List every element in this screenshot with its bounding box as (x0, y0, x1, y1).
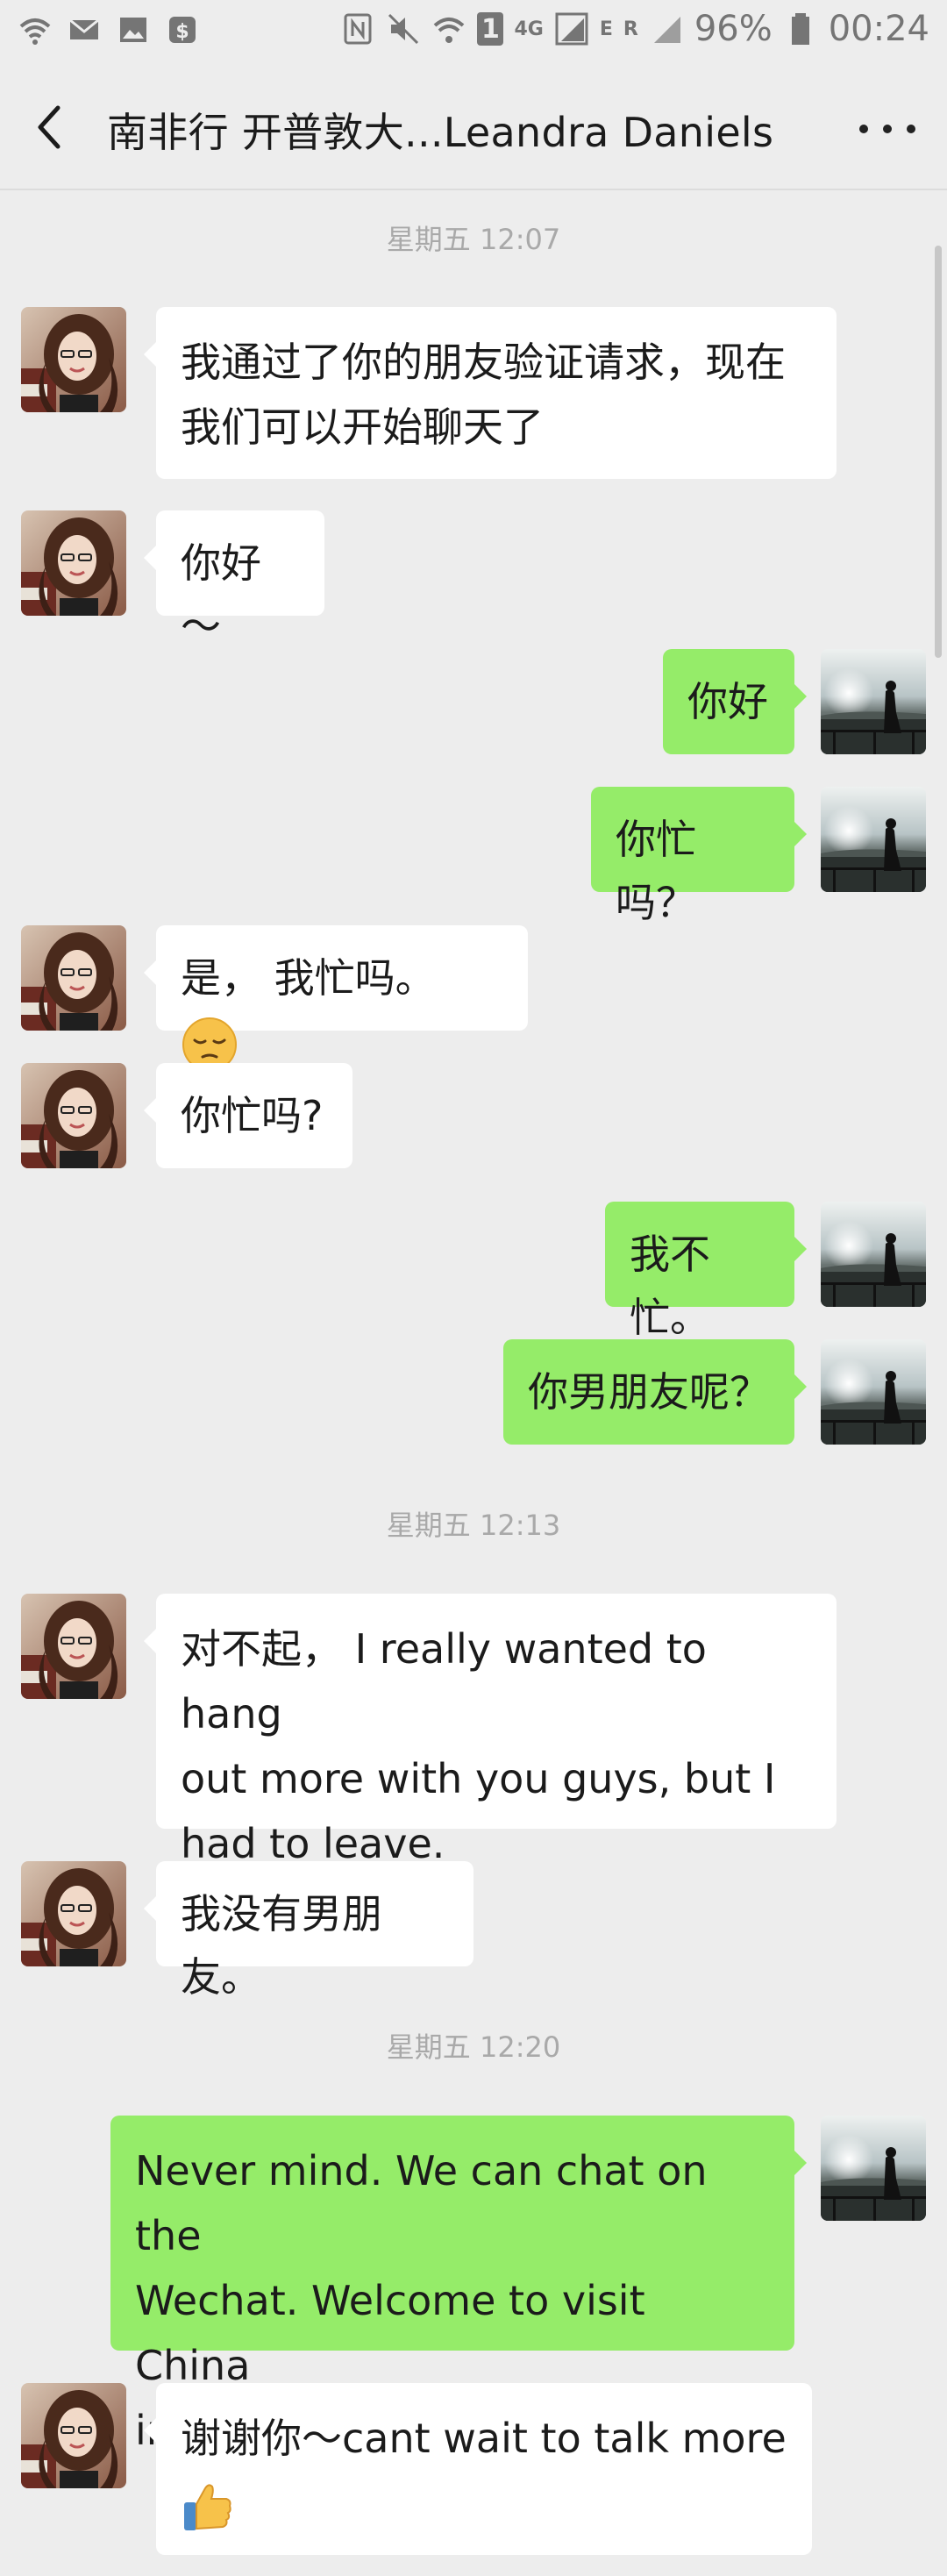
chat-title: 南非行 开普敦大...Leandra Daniels (107, 109, 774, 156)
message-bubble-outgoing[interactable]: 你好 (663, 649, 807, 754)
network-type: 4G (514, 18, 544, 40)
message-text: 谢谢你～cant wait to talk more (181, 2415, 787, 2462)
payment-icon: $ (165, 12, 200, 47)
wifi-question-icon (18, 12, 53, 47)
my-avatar[interactable] (821, 1202, 926, 1307)
my-avatar[interactable] (821, 1339, 926, 1445)
back-button[interactable] (25, 99, 77, 155)
my-avatar[interactable] (821, 787, 926, 892)
mute-icon (386, 11, 421, 46)
signal-icon-2 (649, 11, 684, 46)
message-bubble-outgoing[interactable]: 你忙吗？ (591, 787, 807, 926)
battery-percent: 96% (694, 9, 773, 49)
gallery-icon (116, 12, 151, 47)
timestamp: 星期五 12:13 (386, 1509, 561, 1542)
wifi-icon (431, 11, 466, 46)
status-bar-system: 1 4G E R 96% 00:24 (340, 9, 929, 49)
my-avatar[interactable] (821, 649, 926, 754)
contact-avatar[interactable] (21, 2383, 126, 2488)
contact-avatar[interactable] (21, 1063, 126, 1168)
status-bar: $ 1 4G E R 96% 00:24 (0, 0, 947, 66)
mail-icon (67, 12, 102, 47)
message-bubble-incoming[interactable]: 你忙吗? (144, 1063, 352, 1168)
message-bubble-incoming[interactable]: 谢谢你～cant wait to talk more (144, 2383, 812, 2555)
message-bubble-incoming[interactable]: 我通过了你的朋友验证请求，现在 我们可以开始聊天了 (144, 307, 837, 479)
more-dot (907, 125, 915, 133)
signal-icon (554, 11, 589, 46)
chat-header: 南非行 开普敦大...Leandra Daniels (0, 66, 947, 190)
contact-avatar[interactable] (21, 510, 126, 616)
chevron-left-icon (38, 105, 61, 149)
svg-text:$: $ (175, 21, 189, 43)
message-bubble-incoming[interactable]: 对不起， I really wanted to hang out more wi… (144, 1594, 837, 1867)
scrollbar[interactable] (935, 246, 942, 658)
message-bubble-incoming[interactable]: 是， 我忙吗。 (144, 925, 528, 1072)
more-options-button[interactable] (859, 118, 915, 139)
message-bubble-incoming[interactable]: 你好～ (144, 510, 324, 650)
signal-label-e: E (599, 18, 613, 40)
more-dot (883, 125, 892, 133)
contact-avatar[interactable] (21, 307, 126, 412)
message-bubble-outgoing[interactable]: 你男朋友呢？ (503, 1339, 807, 1445)
status-bar-notifications: $ (18, 12, 200, 47)
more-dot (859, 125, 868, 133)
signal-label-r: R (623, 18, 638, 40)
timestamp: 星期五 12:07 (386, 223, 561, 256)
contact-avatar[interactable] (21, 1594, 126, 1699)
sim-badge: 1 (477, 12, 504, 46)
thumbs-up-icon (184, 2483, 231, 2530)
timestamp: 星期五 12:20 (386, 2030, 561, 2064)
clock: 00:24 (828, 9, 929, 49)
battery-icon (783, 11, 818, 46)
nfc-icon (340, 11, 375, 46)
message-bubble-outgoing[interactable]: 我不忙。 (605, 1202, 807, 1341)
contact-avatar[interactable] (21, 1861, 126, 1966)
message-text: 是， 我忙吗。 (181, 954, 436, 1002)
contact-avatar[interactable] (21, 925, 126, 1031)
my-avatar[interactable] (821, 2116, 926, 2221)
message-bubble-incoming[interactable]: 我没有男朋友。 (144, 1861, 474, 2001)
message-bubble-outgoing[interactable]: Never mind. We can chat on the Wechat. W… (110, 2116, 807, 2454)
